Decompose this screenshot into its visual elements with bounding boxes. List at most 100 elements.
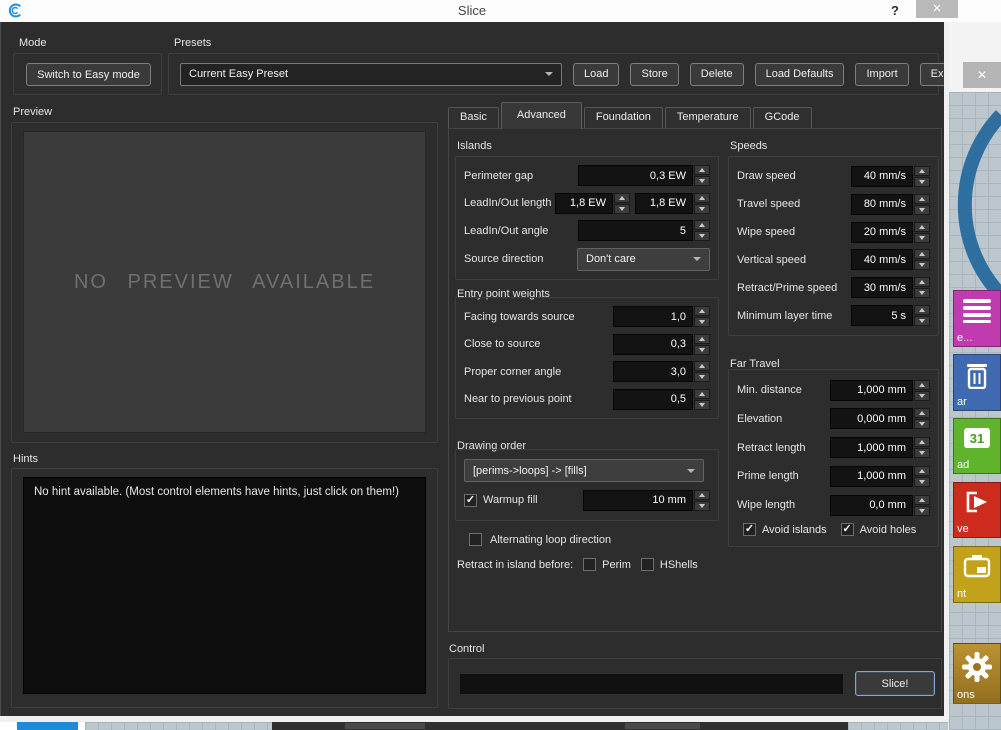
leadout-length-spinbox[interactable]: 1,8 EW	[635, 193, 710, 214]
prime-length-value[interactable]: 1,000 mm	[830, 466, 913, 487]
tab-foundation[interactable]: Foundation	[584, 107, 663, 128]
warmup-fill-label: Warmup fill	[483, 494, 538, 506]
islands-groupbox: Perimeter gap 0,3 EW LeadIn/Out length 1…	[455, 156, 719, 280]
leadin-length-value[interactable]: 1,8 EW	[555, 193, 613, 214]
spinner-arrows[interactable]	[914, 408, 930, 429]
sidebar-clear-button[interactable]: ar	[953, 354, 1001, 411]
corner-angle-value[interactable]: 3,0	[613, 361, 693, 382]
background-close-button[interactable]: ✕	[963, 62, 1001, 88]
min-layer-time-spinbox[interactable]: 5 s	[851, 305, 930, 326]
spinner-arrows[interactable]	[694, 389, 710, 410]
spinner-arrows[interactable]	[694, 361, 710, 382]
warmup-fill-checkbox[interactable]	[464, 494, 477, 507]
spinner-arrows[interactable]	[914, 380, 930, 401]
sidebar-clear-label: ar	[957, 396, 967, 408]
near-previous-value[interactable]: 0,5	[613, 389, 693, 410]
spinner-arrows[interactable]	[914, 166, 930, 187]
import-preset-button[interactable]: Import	[855, 63, 908, 86]
retract-length-value[interactable]: 1,000 mm	[830, 437, 913, 458]
facing-source-value[interactable]: 1,0	[613, 306, 693, 327]
perimeter-gap-label: Perimeter gap	[464, 170, 533, 182]
spinner-arrows[interactable]	[694, 193, 710, 214]
wipe-speed-spinbox[interactable]: 20 mm/s	[851, 222, 930, 243]
spinner-arrows[interactable]	[694, 306, 710, 327]
spinner-arrows[interactable]	[694, 165, 710, 186]
leadinout-angle-value[interactable]: 5	[578, 220, 693, 241]
sidebar-save-button[interactable]: ve	[953, 482, 1001, 538]
spinner-arrows[interactable]	[914, 277, 930, 298]
travel-speed-label: Travel speed	[737, 198, 800, 210]
spinner-arrows[interactable]	[914, 305, 930, 326]
avoid-islands-checkbox[interactable]	[743, 523, 756, 536]
switch-easy-mode-button[interactable]: Switch to Easy mode	[26, 63, 151, 86]
spinner-arrows[interactable]	[914, 437, 930, 458]
help-button[interactable]: ?	[886, 1, 904, 20]
drawing-order-select[interactable]: [perims->loops] -> [fills]	[464, 459, 704, 482]
close-source-value[interactable]: 0,3	[613, 334, 693, 355]
store-preset-button[interactable]: Store	[630, 63, 678, 86]
warmup-fill-value[interactable]: 10 mm	[583, 490, 693, 511]
alternating-loop-checkbox[interactable]	[469, 533, 482, 546]
avoid-holes-checkbox[interactable]	[841, 523, 854, 536]
facing-source-spinbox[interactable]: 1,0	[613, 306, 710, 327]
source-direction-select[interactable]: Don't care	[577, 248, 710, 271]
tab-advanced[interactable]: Advanced	[501, 102, 582, 129]
spinner-arrows[interactable]	[914, 466, 930, 487]
presets-section-label: Presets	[174, 37, 211, 49]
wipe-speed-value[interactable]: 20 mm/s	[851, 222, 913, 243]
spinner-arrows[interactable]	[914, 495, 930, 516]
speeds-title: Speeds	[730, 140, 767, 152]
wipe-length-spinbox[interactable]: 0,0 mm	[830, 495, 930, 516]
draw-speed-spinbox[interactable]: 40 mm/s	[851, 166, 930, 187]
tab-temperature[interactable]: Temperature	[665, 107, 751, 128]
close-source-spinbox[interactable]: 0,3	[613, 334, 710, 355]
elevation-value[interactable]: 0,000 mm	[830, 408, 913, 429]
sidebar-print-button[interactable]: nt	[953, 546, 1001, 603]
sidebar-load-button[interactable]: 31 ad	[953, 418, 1001, 474]
min-layer-time-value[interactable]: 5 s	[851, 305, 913, 326]
warmup-fill-spinbox[interactable]: 10 mm	[583, 490, 710, 511]
min-distance-spinbox[interactable]: 1,000 mm	[830, 380, 930, 401]
travel-speed-value[interactable]: 80 mm/s	[851, 194, 913, 215]
slice-dialog: Mode Switch to Easy mode Presets Current…	[0, 22, 944, 716]
vertical-speed-spinbox[interactable]: 40 mm/s	[851, 249, 930, 270]
near-previous-spinbox[interactable]: 0,5	[613, 389, 710, 410]
slice-button[interactable]: Slice!	[855, 671, 935, 696]
perim-checkbox[interactable]	[583, 558, 596, 571]
draw-speed-value[interactable]: 40 mm/s	[851, 166, 913, 187]
leadinout-angle-spinbox[interactable]: 5	[578, 220, 710, 241]
leadout-length-value[interactable]: 1,8 EW	[635, 193, 693, 214]
corner-angle-spinbox[interactable]: 3,0	[613, 361, 710, 382]
retract-prime-speed-value[interactable]: 30 mm/s	[851, 277, 913, 298]
elevation-spinbox[interactable]: 0,000 mm	[830, 408, 930, 429]
prime-length-spinbox[interactable]: 1,000 mm	[830, 466, 930, 487]
wipe-length-value[interactable]: 0,0 mm	[830, 495, 913, 516]
tab-gcode[interactable]: GCode	[753, 107, 812, 128]
load-defaults-button[interactable]: Load Defaults	[755, 63, 845, 86]
perimeter-gap-value[interactable]: 0,3 EW	[578, 165, 693, 186]
spinner-arrows[interactable]	[914, 222, 930, 243]
leadin-length-spinbox[interactable]: 1,8 EW	[555, 193, 630, 214]
tab-basic[interactable]: Basic	[448, 107, 499, 128]
travel-speed-spinbox[interactable]: 80 mm/s	[851, 194, 930, 215]
spinner-arrows[interactable]	[694, 334, 710, 355]
sidebar-options-button[interactable]: ons	[953, 643, 1001, 704]
bottom-strip-viewport	[848, 722, 948, 730]
close-button[interactable]: ✕	[916, 0, 958, 18]
sidebar-slice-button[interactable]: e...	[953, 290, 1001, 347]
spinner-arrows[interactable]	[914, 194, 930, 215]
spinner-arrows[interactable]	[694, 220, 710, 241]
vertical-speed-value[interactable]: 40 mm/s	[851, 249, 913, 270]
retract-prime-speed-spinbox[interactable]: 30 mm/s	[851, 277, 930, 298]
load-preset-button[interactable]: Load	[573, 63, 619, 86]
entry-point-weights-groupbox: Facing towards source 1,0 Close to sourc…	[455, 297, 719, 419]
preset-select[interactable]: Current Easy Preset	[180, 63, 562, 86]
retract-length-spinbox[interactable]: 1,000 mm	[830, 437, 930, 458]
hshells-checkbox[interactable]	[641, 558, 654, 571]
delete-preset-button[interactable]: Delete	[690, 63, 744, 86]
spinner-arrows[interactable]	[914, 249, 930, 270]
min-distance-value[interactable]: 1,000 mm	[830, 380, 913, 401]
spinner-arrows[interactable]	[614, 193, 630, 214]
perimeter-gap-spinbox[interactable]: 0,3 EW	[578, 165, 710, 186]
spinner-arrows[interactable]	[694, 490, 710, 511]
